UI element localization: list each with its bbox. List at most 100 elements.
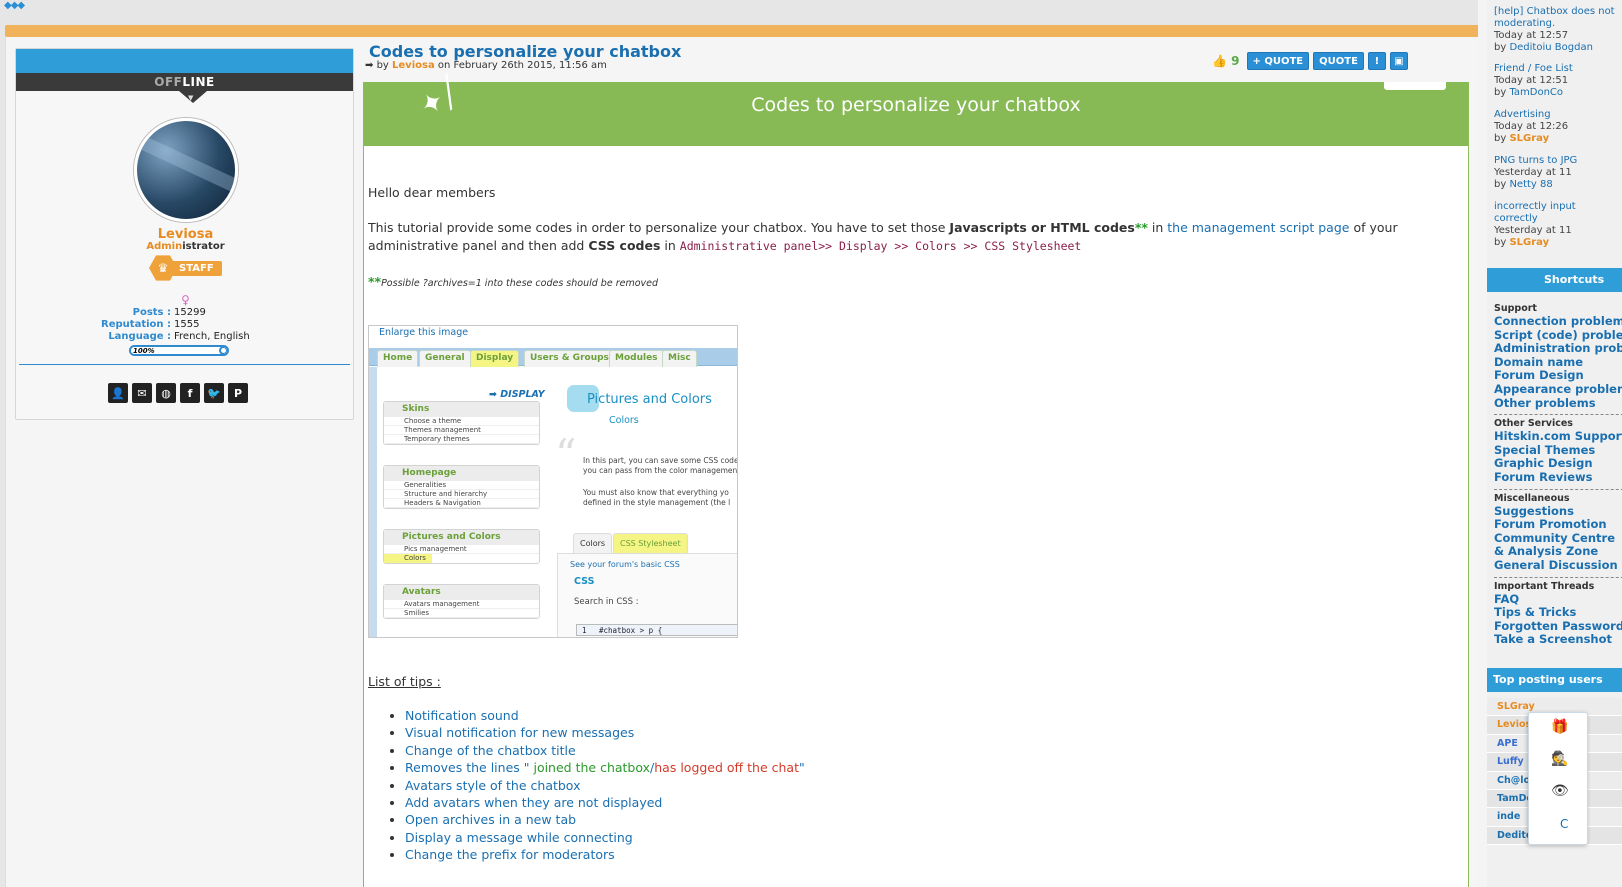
- recent-topic: Advertising Today at 12:26 by SLGray: [1494, 109, 1569, 144]
- author-profile-card: OFFLINE ▼ Leviosa Administrator ♛ STAFF …: [15, 48, 354, 420]
- shortcuts-header: Shortcuts: [1487, 268, 1622, 292]
- section-heading: Pictures and Colors: [587, 392, 712, 407]
- profile-header: [16, 49, 353, 73]
- tab-users-groups[interactable]: Users & Groups: [524, 350, 615, 367]
- shortcut-link[interactable]: General Discussion: [1494, 558, 1622, 573]
- shortcut-link[interactable]: Connection problems: [1494, 314, 1622, 329]
- tips-heading: List of tips :: [368, 674, 441, 689]
- section-skins: Skins Choose a theme Themes management T…: [383, 401, 540, 445]
- profile-contact-links: 👤 ✉ ◍ f 🐦 P: [108, 383, 248, 403]
- intro-paragraph: This tutorial provide some codes in orde…: [368, 220, 1398, 253]
- shortcut-link[interactable]: Suggestions: [1494, 504, 1622, 519]
- post-meta: ➡ by Leviosa on February 26th 2015, 11:5…: [365, 60, 607, 71]
- list-item: Display a message while connecting: [405, 829, 805, 846]
- recent-topic: [help] Chatbox does not moderating. Toda…: [1494, 6, 1615, 53]
- list-item: Open archives in a new tab: [405, 811, 805, 828]
- tab-general[interactable]: General: [419, 350, 471, 367]
- shortcut-link[interactable]: Forgotten Password: [1494, 619, 1622, 634]
- website-icon[interactable]: ◍: [156, 383, 176, 403]
- banner-title: Codes to personalize your chatbox: [751, 94, 1081, 116]
- like-button[interactable]: 👍 9: [1212, 54, 1240, 68]
- multiquote-button[interactable]: + QUOTE: [1246, 52, 1310, 70]
- display-label: ➡ DISPLAY: [489, 389, 545, 400]
- section-avatars: Avatars Avatars management Smilies: [383, 584, 540, 619]
- profile-progress-bar: 100%: [129, 345, 229, 356]
- admin-tabs: Home General Display Users & Groups Modu…: [369, 348, 737, 367]
- tab-modules[interactable]: Modules: [609, 350, 664, 367]
- shortcut-link[interactable]: FAQ: [1494, 592, 1622, 607]
- online-status: OFFLINE: [16, 73, 353, 91]
- shortcut-link[interactable]: Forum Reviews: [1494, 470, 1622, 485]
- quote-button[interactable]: QUOTE: [1313, 52, 1364, 70]
- profile-stats: Posts :15299 Reputation :1555 Language :…: [101, 307, 250, 342]
- post-title[interactable]: Codes to personalize your chatbox: [369, 42, 681, 61]
- shortcuts-list: Support Connection problems Script (code) …: [1494, 303, 1622, 647]
- staff-badge: ♛ STAFF: [149, 254, 222, 282]
- post-body: ✦╱ Codes to personalize your chatbox Hel…: [363, 73, 1469, 887]
- enlarge-image-link[interactable]: Enlarge this image: [379, 327, 468, 338]
- avatar[interactable]: [134, 118, 238, 222]
- tab-display[interactable]: Display: [470, 350, 520, 367]
- tutorial-screenshot[interactable]: Enlarge this image Home General Display …: [368, 325, 738, 638]
- css-code-line: 1 #chatbox > p {: [576, 624, 737, 636]
- divider: [1494, 576, 1622, 578]
- divider: [19, 364, 350, 365]
- scrollbar[interactable]: [1478, 0, 1487, 887]
- profile-icon[interactable]: 👤: [108, 383, 128, 403]
- post-author-link[interactable]: Leviosa: [392, 60, 435, 71]
- subtab-colors[interactable]: Colors: [573, 533, 613, 553]
- shortcut-link[interactable]: Forum Promotion: [1494, 518, 1622, 532]
- popup-label[interactable]: C: [1560, 817, 1568, 831]
- profile-username[interactable]: Leviosa: [16, 227, 355, 242]
- shortcut-link[interactable]: Domain name: [1494, 355, 1622, 370]
- shortcut-category: Important Threads: [1494, 580, 1595, 592]
- list-item: Visual notification for new messages: [405, 724, 805, 741]
- report-button[interactable]: !: [1367, 52, 1386, 70]
- tips-list: Notification sound Visual notification f…: [388, 707, 805, 864]
- thumbs-up-icon: 👍: [1212, 54, 1227, 68]
- shortcut-link[interactable]: Administration problems: [1494, 342, 1622, 356]
- clipboard-icon[interactable]: ▣: [1389, 52, 1408, 70]
- shortcut-link[interactable]: Script (code) problems: [1494, 328, 1622, 343]
- recent-topic: PNG turns to JPG Yesterday at 11 by Nett…: [1494, 155, 1578, 190]
- post-actions: 👍 9 + QUOTE QUOTE ! ▣: [1212, 52, 1408, 70]
- shortcut-link[interactable]: Tips & Tricks: [1494, 605, 1622, 620]
- female-icon: ♀: [181, 293, 190, 307]
- gift-icon[interactable]: 🎁: [1551, 719, 1568, 735]
- shortcut-link[interactable]: Other problems: [1494, 396, 1622, 411]
- shortcut-link[interactable]: Appearance problems: [1494, 382, 1622, 397]
- quick-actions-popup: 🎁 🕵 👁 C: [1528, 712, 1588, 845]
- facebook-icon[interactable]: f: [180, 383, 200, 403]
- crown-icon: ♛: [149, 255, 177, 281]
- section-subheading: Colors: [609, 415, 639, 426]
- list-item: Change of the chatbox title: [405, 742, 805, 759]
- list-item: Removes the lines " joined the chatbox/h…: [405, 759, 805, 776]
- pinterest-icon[interactable]: P: [228, 383, 248, 403]
- shortcut-link[interactable]: & Analysis Zone: [1494, 545, 1622, 559]
- tab-home[interactable]: Home: [377, 350, 419, 367]
- shortcut-link[interactable]: Special Themes: [1494, 443, 1622, 458]
- section-pictures-colors: Pictures and Colors Pics management Colo…: [383, 529, 540, 564]
- email-icon[interactable]: ✉: [132, 383, 152, 403]
- shortcut-link[interactable]: Graphic Design: [1494, 457, 1622, 471]
- subtab-css-stylesheet[interactable]: CSS Stylesheet: [613, 533, 688, 553]
- shortcut-link[interactable]: Take a Screenshot: [1494, 633, 1622, 647]
- twitter-icon[interactable]: 🐦: [204, 383, 224, 403]
- management-script-link[interactable]: the management script page: [1167, 220, 1349, 235]
- list-item: Add avatars when they are not displayed: [405, 794, 805, 811]
- tab-misc[interactable]: Misc: [662, 350, 697, 367]
- list-item: Avatars style of the chatbox: [405, 777, 805, 794]
- nav-arrows-icon[interactable]: ◆◆◆: [4, 0, 25, 11]
- css-panel: See your forum's basic CSS CSS Search in…: [557, 553, 737, 637]
- header-bar: [5, 25, 1530, 37]
- divider: [1494, 488, 1622, 490]
- shortcut-link[interactable]: Forum Design: [1494, 369, 1622, 383]
- shortcut-link[interactable]: Community Centre: [1494, 531, 1622, 546]
- hidden-eye-icon[interactable]: 👁: [1551, 783, 1569, 799]
- shortcut-link[interactable]: Hitskin.com Support: [1494, 430, 1622, 444]
- see-css-link[interactable]: See your forum's basic CSS: [570, 560, 680, 569]
- note-text: **Possible ?archives=1 into these codes …: [368, 274, 659, 289]
- divider: [1494, 414, 1622, 416]
- recent-topic: incorrectly input correctly Yesterday at…: [1494, 201, 1576, 248]
- incognito-icon[interactable]: 🕵: [1551, 751, 1568, 767]
